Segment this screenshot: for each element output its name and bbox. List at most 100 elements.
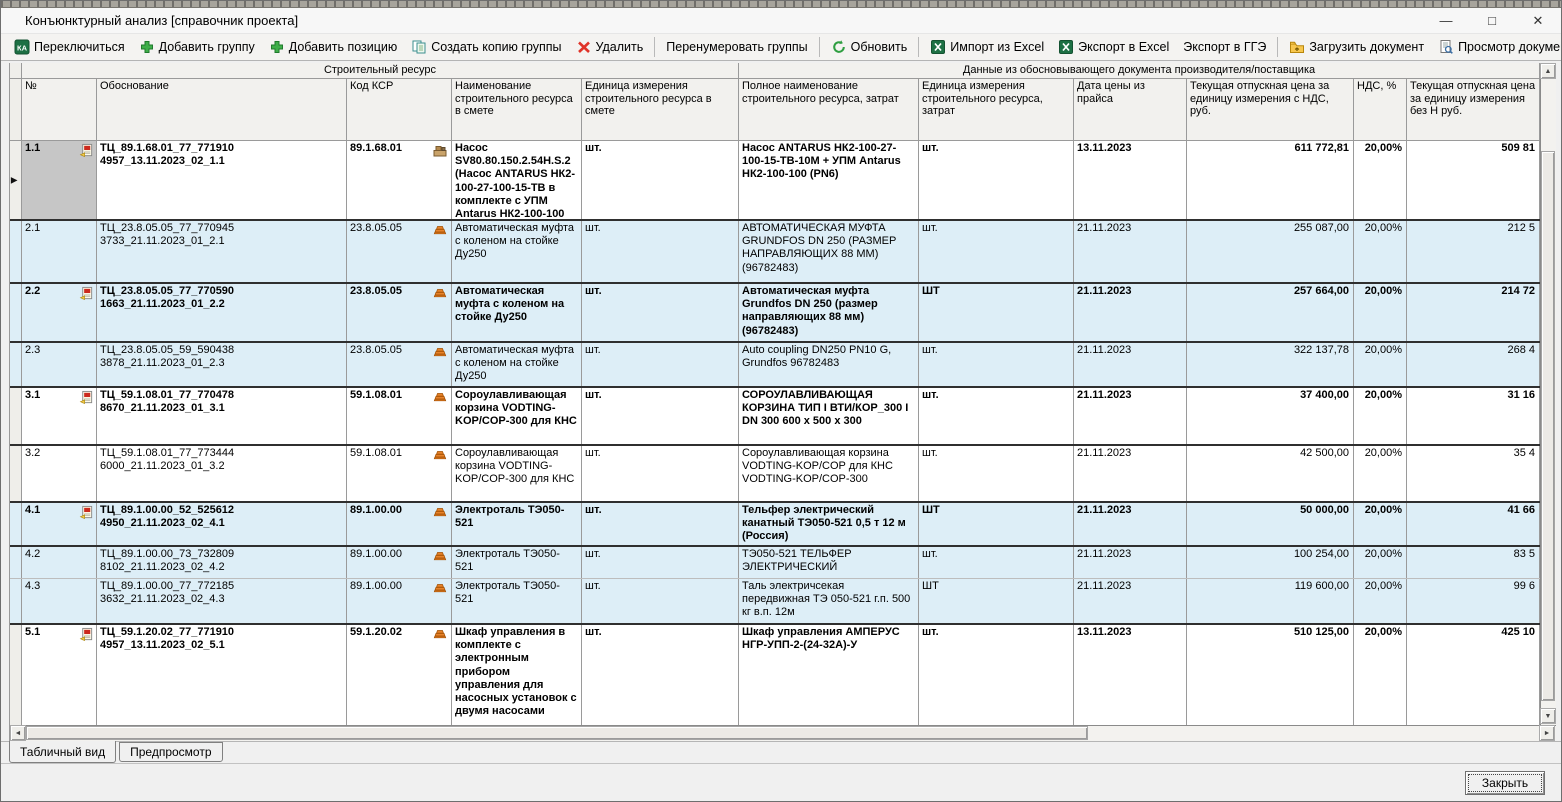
cell-name-estimate[interactable]: Насос SV80.80.150.2.54H.S.2 (Насос ANTAR… bbox=[452, 141, 582, 219]
cell-number[interactable]: 2.2 bbox=[22, 284, 97, 341]
cell-unit-estimate[interactable]: шт. bbox=[582, 343, 739, 386]
scroll-right-icon[interactable]: ► bbox=[1539, 725, 1555, 741]
cell-name-estimate[interactable]: Сороулавливающая корзина VODTING-KOP/COP… bbox=[452, 446, 582, 501]
cell-ksr-code[interactable]: 59.1.08.01 bbox=[347, 388, 452, 444]
cell-unit-supplier[interactable]: ШТ bbox=[919, 579, 1074, 623]
cell-number[interactable]: 3.1 bbox=[22, 388, 97, 444]
cell-ksr-code[interactable]: 23.8.05.05 bbox=[347, 284, 452, 341]
cell-unit-supplier[interactable]: шт. bbox=[919, 141, 1074, 219]
cell-ksr-code[interactable]: 89.1.68.01 bbox=[347, 141, 452, 219]
cell-full-name[interactable]: СОРОУЛАВЛИВАЮЩАЯ КОРЗИНА ТИП I ВТИ/КОР_3… bbox=[739, 388, 919, 444]
cell-unit-estimate[interactable]: шт. bbox=[582, 388, 739, 444]
cell-unit-estimate[interactable]: шт. bbox=[582, 579, 739, 623]
delete-button[interactable]: Удалить bbox=[569, 35, 651, 59]
row-selector-cell[interactable] bbox=[10, 343, 22, 386]
cell-number[interactable]: 4.2 bbox=[22, 547, 97, 578]
cell-justification[interactable]: ТЦ_89.1.00.00_73_732809 8102_21.11.2023_… bbox=[97, 547, 347, 578]
cell-unit-supplier[interactable]: шт. bbox=[919, 625, 1074, 725]
cell-vat-percent[interactable]: 20,00% bbox=[1354, 221, 1407, 282]
cell-price-without-vat[interactable]: 212 5 bbox=[1407, 221, 1540, 282]
cell-price-with-vat[interactable]: 42 500,00 bbox=[1187, 446, 1354, 501]
cell-justification[interactable]: ТЦ_23.8.05.05_77_770945 3733_21.11.2023_… bbox=[97, 221, 347, 282]
cell-price-date[interactable]: 21.11.2023 bbox=[1074, 343, 1187, 386]
scroll-down-icon[interactable]: ▼ bbox=[1540, 708, 1556, 724]
cell-vat-percent[interactable]: 20,00% bbox=[1354, 141, 1407, 219]
cell-justification[interactable]: ТЦ_23.8.05.05_59_590438 3878_21.11.2023_… bbox=[97, 343, 347, 386]
cell-price-without-vat[interactable]: 35 4 bbox=[1407, 446, 1540, 501]
cell-name-estimate[interactable]: Шкаф управления в комплекте с электронны… bbox=[452, 625, 582, 725]
cell-full-name[interactable]: Тельфер электрический канатный ТЭ050-521… bbox=[739, 503, 919, 545]
cell-name-estimate[interactable]: Автоматическая муфта с коленом на стойке… bbox=[452, 221, 582, 282]
cell-price-date[interactable]: 13.11.2023 bbox=[1074, 141, 1187, 219]
cell-unit-estimate[interactable]: шт. bbox=[582, 625, 739, 725]
scroll-up-icon[interactable]: ▲ bbox=[1540, 63, 1556, 79]
cell-number[interactable]: 2.3 bbox=[22, 343, 97, 386]
cell-number[interactable]: 1.1 bbox=[22, 141, 97, 219]
cell-ksr-code[interactable]: 89.1.00.00 bbox=[347, 503, 452, 545]
cell-price-with-vat[interactable]: 119 600,00 bbox=[1187, 579, 1354, 623]
row-selector-cell[interactable] bbox=[10, 388, 22, 444]
cell-name-estimate[interactable]: Автоматическая муфта с коленом на стойке… bbox=[452, 343, 582, 386]
cell-ksr-code[interactable]: 23.8.05.05 bbox=[347, 221, 452, 282]
cell-name-estimate[interactable]: Сороулавливающая корзина VODTING-KOP/COP… bbox=[452, 388, 582, 444]
row-selector-cell[interactable] bbox=[10, 503, 22, 545]
import-excel-button[interactable]: Импорт из Excel bbox=[923, 35, 1051, 59]
cell-number[interactable]: 4.1 bbox=[22, 503, 97, 545]
cell-unit-estimate[interactable]: шт. bbox=[582, 221, 739, 282]
cell-price-with-vat[interactable]: 510 125,00 bbox=[1187, 625, 1354, 725]
cell-unit-supplier[interactable]: шт. bbox=[919, 547, 1074, 578]
cell-unit-estimate[interactable]: шт. bbox=[582, 141, 739, 219]
cell-full-name[interactable]: Сороулавливающая корзина VODTING-KOP/COP… bbox=[739, 446, 919, 501]
cell-unit-supplier[interactable]: ШТ bbox=[919, 503, 1074, 545]
cell-justification[interactable]: ТЦ_89.1.00.00_77_772185 3632_21.11.2023_… bbox=[97, 579, 347, 623]
cell-price-date[interactable]: 21.11.2023 bbox=[1074, 388, 1187, 444]
cell-price-with-vat[interactable]: 322 137,78 bbox=[1187, 343, 1354, 386]
cell-price-without-vat[interactable]: 425 10 bbox=[1407, 625, 1540, 725]
tab-table-view[interactable]: Табличный вид bbox=[9, 741, 116, 763]
vertical-scrollbar[interactable]: ▲ ▼ bbox=[1540, 63, 1556, 725]
cell-number[interactable]: 5.1 bbox=[22, 625, 97, 725]
cell-ksr-code[interactable]: 23.8.05.05 bbox=[347, 343, 452, 386]
cell-full-name[interactable]: Шкаф управления АМПЕРУС НГР-УПП-2-(24-32… bbox=[739, 625, 919, 725]
cell-price-date[interactable]: 21.11.2023 bbox=[1074, 221, 1187, 282]
row-selector-cell[interactable] bbox=[10, 547, 22, 578]
export-excel-button[interactable]: Экспорт в Excel bbox=[1051, 35, 1176, 59]
cell-unit-estimate[interactable]: шт. bbox=[582, 503, 739, 545]
cell-unit-supplier[interactable]: шт. bbox=[919, 388, 1074, 444]
cell-ksr-code[interactable]: 89.1.00.00 bbox=[347, 579, 452, 623]
cell-vat-percent[interactable]: 20,00% bbox=[1354, 503, 1407, 545]
cell-unit-estimate[interactable]: шт. bbox=[582, 446, 739, 501]
cell-vat-percent[interactable]: 20,00% bbox=[1354, 446, 1407, 501]
cell-justification[interactable]: ТЦ_89.1.00.00_52_525612 4950_21.11.2023_… bbox=[97, 503, 347, 545]
export-gge-button[interactable]: Экспорт в ГГЭ bbox=[1176, 36, 1273, 58]
cell-number[interactable]: 2.1 bbox=[22, 221, 97, 282]
cell-vat-percent[interactable]: 20,00% bbox=[1354, 625, 1407, 725]
cell-price-with-vat[interactable]: 611 772,81 bbox=[1187, 141, 1354, 219]
cell-justification[interactable]: ТЦ_59.1.08.01_77_773444 6000_21.11.2023_… bbox=[97, 446, 347, 501]
cell-number[interactable]: 4.3 bbox=[22, 579, 97, 623]
cell-price-date[interactable]: 13.11.2023 bbox=[1074, 625, 1187, 725]
vertical-scroll-thumb[interactable] bbox=[1541, 151, 1555, 701]
cell-vat-percent[interactable]: 20,00% bbox=[1354, 284, 1407, 341]
cell-unit-estimate[interactable]: шт. bbox=[582, 284, 739, 341]
cell-number[interactable]: 3.2 bbox=[22, 446, 97, 501]
scroll-left-icon[interactable]: ◄ bbox=[10, 725, 26, 741]
add-position-button[interactable]: Добавить позицию bbox=[262, 35, 405, 59]
cell-price-without-vat[interactable]: 41 66 bbox=[1407, 503, 1540, 545]
cell-price-with-vat[interactable]: 257 664,00 bbox=[1187, 284, 1354, 341]
cell-name-estimate[interactable]: Автоматическая муфта с коленом на стойке… bbox=[452, 284, 582, 341]
row-selector-cell[interactable] bbox=[10, 221, 22, 282]
cell-full-name[interactable]: Автоматическая муфта Grundfos DN 250 (ра… bbox=[739, 284, 919, 341]
cell-vat-percent[interactable]: 20,00% bbox=[1354, 343, 1407, 386]
close-icon[interactable]: ✕ bbox=[1515, 8, 1561, 33]
cell-price-without-vat[interactable]: 83 5 bbox=[1407, 547, 1540, 578]
load-document-button[interactable]: Загрузить документ bbox=[1282, 35, 1431, 59]
cell-justification[interactable]: ТЦ_89.1.68.01_77_771910 4957_13.11.2023_… bbox=[97, 141, 347, 219]
cell-justification[interactable]: ТЦ_23.8.05.05_77_770590 1663_21.11.2023_… bbox=[97, 284, 347, 341]
cell-name-estimate[interactable]: Электроталь ТЭ050-521 bbox=[452, 579, 582, 623]
view-document-button[interactable]: Просмотр документа bbox=[1431, 35, 1562, 59]
tab-preview[interactable]: Предпросмотр bbox=[119, 742, 222, 762]
cell-vat-percent[interactable]: 20,00% bbox=[1354, 579, 1407, 623]
maximize-icon[interactable]: □ bbox=[1469, 8, 1515, 33]
horizontal-scrollbar[interactable]: ◄ ► bbox=[10, 725, 1556, 741]
